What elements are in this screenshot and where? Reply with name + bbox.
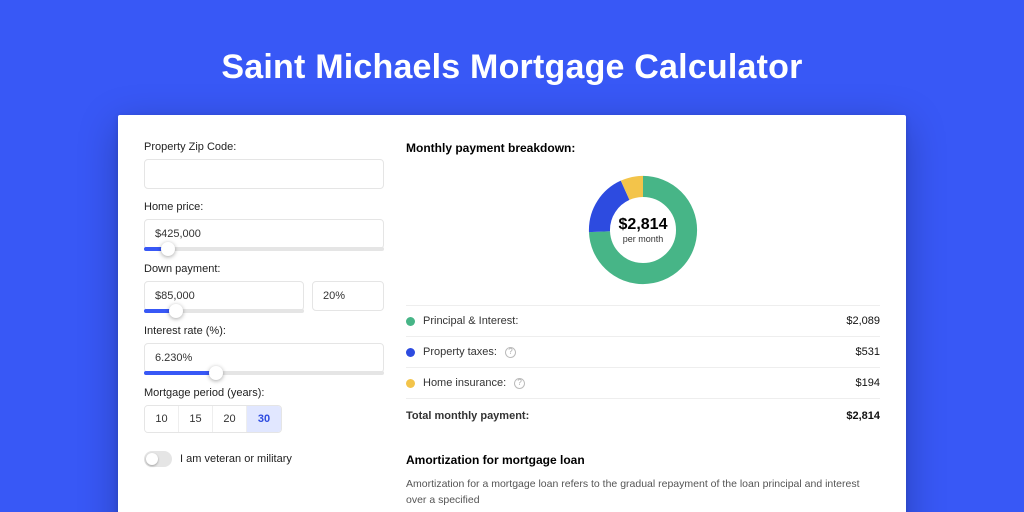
- home-price-label: Home price:: [144, 201, 384, 213]
- legend-value: $531: [856, 346, 880, 358]
- calculator-card: Property Zip Code: Home price: Down paym…: [118, 115, 906, 512]
- legend-total-value: $2,814: [846, 410, 880, 422]
- slider-thumb[interactable]: [169, 304, 183, 318]
- period-field: Mortgage period (years): 10152030: [144, 387, 384, 433]
- legend-row: Principal & Interest: $2,089: [406, 306, 880, 337]
- period-option-15[interactable]: 15: [179, 406, 213, 432]
- period-segmented: 10152030: [144, 405, 282, 433]
- veteran-row: I am veteran or military: [144, 451, 384, 467]
- home-price-field: Home price:: [144, 201, 384, 251]
- zip-input[interactable]: [144, 159, 384, 189]
- legend-dot: [406, 317, 415, 326]
- zip-field: Property Zip Code:: [144, 141, 384, 189]
- home-price-slider[interactable]: [144, 247, 384, 251]
- period-option-20[interactable]: 20: [213, 406, 247, 432]
- interest-slider[interactable]: [144, 371, 384, 375]
- veteran-label: I am veteran or military: [180, 453, 292, 465]
- period-option-10[interactable]: 10: [145, 406, 179, 432]
- legend-row: Home insurance:? $194: [406, 368, 880, 399]
- legend-value: $2,089: [846, 315, 880, 327]
- down-payment-label: Down payment:: [144, 263, 384, 275]
- home-price-input[interactable]: [144, 219, 384, 249]
- legend-label: Property taxes:: [423, 346, 497, 358]
- legend-row: Property taxes:? $531: [406, 337, 880, 368]
- legend: Principal & Interest: $2,089 Property taxe…: [406, 305, 880, 431]
- legend-dot: [406, 348, 415, 357]
- slider-thumb[interactable]: [161, 242, 175, 256]
- page-title: Saint Michaels Mortgage Calculator: [0, 48, 1024, 87]
- donut-amount: $2,814: [619, 216, 668, 234]
- period-label: Mortgage period (years):: [144, 387, 384, 399]
- period-option-30[interactable]: 30: [247, 406, 281, 432]
- down-payment-slider[interactable]: [144, 309, 304, 313]
- info-icon[interactable]: ?: [514, 378, 525, 389]
- legend-dot: [406, 379, 415, 388]
- donut-chart-wrap: $2,814 per month: [406, 165, 880, 303]
- down-payment-pct-input[interactable]: [312, 281, 384, 311]
- zip-label: Property Zip Code:: [144, 141, 384, 153]
- breakdown-title: Monthly payment breakdown:: [406, 141, 880, 155]
- amortization-text: Amortization for a mortgage loan refers …: [406, 477, 880, 509]
- legend-total-row: Total monthly payment: $2,814: [406, 399, 880, 431]
- info-icon[interactable]: ?: [505, 347, 516, 358]
- interest-input[interactable]: [144, 343, 384, 373]
- slider-thumb[interactable]: [209, 366, 223, 380]
- legend-label: Principal & Interest:: [423, 315, 518, 327]
- interest-label: Interest rate (%):: [144, 325, 384, 337]
- legend-label: Home insurance:: [423, 377, 506, 389]
- legend-value: $194: [856, 377, 880, 389]
- amortization-title: Amortization for mortgage loan: [406, 453, 880, 467]
- donut-sub: per month: [623, 234, 664, 244]
- legend-total-label: Total monthly payment:: [406, 410, 529, 422]
- veteran-toggle[interactable]: [144, 451, 172, 467]
- down-payment-input[interactable]: [144, 281, 304, 311]
- down-payment-field: Down payment:: [144, 263, 384, 313]
- form-panel: Property Zip Code: Home price: Down paym…: [144, 141, 384, 512]
- donut-chart: $2,814 per month: [584, 171, 702, 289]
- amortization-section: Amortization for mortgage loan Amortizat…: [406, 453, 880, 509]
- interest-field: Interest rate (%):: [144, 325, 384, 375]
- breakdown-panel: Monthly payment breakdown: $2,814 per mo…: [406, 141, 880, 512]
